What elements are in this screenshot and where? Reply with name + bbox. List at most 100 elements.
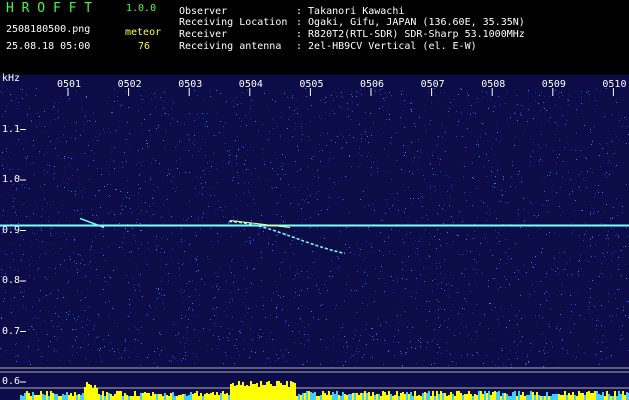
level-bar — [576, 396, 578, 400]
y-tick-label: 1.0 — [2, 174, 21, 185]
level-bar — [116, 391, 118, 400]
level-bar — [254, 384, 256, 400]
level-bar — [236, 385, 238, 400]
level-bar — [302, 393, 304, 400]
level-bar — [560, 395, 562, 400]
level-bar — [382, 391, 384, 400]
level-bar — [606, 391, 608, 400]
level-bar — [444, 393, 446, 400]
level-bar — [166, 395, 168, 400]
level-bar — [314, 392, 316, 400]
level-bar — [198, 396, 200, 400]
level-bar — [412, 396, 414, 400]
level-bar — [496, 392, 498, 400]
level-bar — [128, 396, 130, 400]
level-bar — [466, 394, 468, 400]
level-bar — [594, 391, 596, 400]
level-bar — [240, 385, 242, 400]
level-bar — [334, 394, 336, 400]
level-bar — [356, 393, 358, 400]
level-bar — [114, 394, 116, 400]
level-bar — [554, 394, 556, 400]
level-bar — [474, 394, 476, 400]
level-bar — [572, 392, 574, 400]
level-bar — [20, 395, 22, 400]
level-bar — [470, 394, 472, 400]
level-bar — [616, 396, 618, 400]
level-bar — [82, 393, 84, 400]
level-bar — [58, 396, 60, 400]
level-bar — [188, 395, 190, 400]
level-bar — [310, 392, 312, 400]
level-bar — [624, 395, 626, 400]
level-bar — [90, 385, 92, 400]
level-bar — [490, 395, 492, 400]
meteor-count: 76 — [138, 41, 151, 52]
level-bar — [522, 392, 524, 400]
level-bar — [420, 396, 422, 400]
level-bar — [216, 392, 218, 400]
level-bar — [468, 391, 470, 400]
level-bar — [126, 395, 128, 400]
level-bar — [200, 393, 202, 400]
level-bar — [448, 395, 450, 400]
level-bar — [94, 385, 96, 400]
level-bar — [42, 394, 44, 400]
level-bar — [220, 393, 222, 400]
level-bar — [568, 393, 570, 400]
level-bar — [484, 391, 486, 400]
level-bar — [388, 391, 390, 400]
level-bar — [528, 395, 530, 400]
level-bar — [464, 394, 466, 400]
level-bar — [130, 396, 132, 400]
level-bar — [26, 391, 28, 400]
level-bar — [550, 396, 552, 400]
level-bar — [174, 396, 176, 400]
level-bar — [390, 394, 392, 400]
level-bar — [612, 396, 614, 400]
level-bar — [590, 393, 592, 400]
x-tick-label: 0503 — [178, 79, 203, 90]
level-bar — [380, 396, 382, 400]
level-bar — [566, 395, 568, 400]
level-bar — [182, 394, 184, 400]
level-bar — [452, 394, 454, 400]
meteor-label: meteor — [125, 27, 162, 38]
x-tick-label: 0509 — [541, 79, 566, 90]
level-bar — [96, 388, 98, 400]
level-bar — [98, 394, 100, 400]
level-bar — [502, 393, 504, 400]
x-tick-label: 0510 — [602, 79, 627, 90]
level-bar — [434, 396, 436, 400]
level-bar — [512, 392, 514, 400]
level-bar — [44, 395, 46, 400]
level-bar — [74, 392, 76, 400]
level-bar — [328, 391, 330, 400]
level-bar — [284, 385, 286, 400]
level-bar — [368, 392, 370, 400]
level-bar — [532, 392, 534, 400]
level-bar — [322, 391, 324, 400]
level-bar — [278, 381, 280, 400]
level-bar — [160, 394, 162, 400]
level-bar — [60, 396, 62, 400]
level-bar — [32, 392, 34, 400]
level-bar — [326, 395, 328, 400]
level-bar — [476, 395, 478, 400]
level-bar — [530, 391, 532, 400]
level-bar — [360, 393, 362, 400]
level-bar — [620, 394, 622, 400]
level-bar — [578, 391, 580, 400]
level-bar — [54, 394, 56, 400]
level-bar — [404, 394, 406, 400]
level-bar — [516, 396, 518, 400]
level-bar — [288, 387, 290, 400]
level-bar — [142, 393, 144, 400]
level-bar — [222, 391, 224, 400]
x-tick-label: 0505 — [299, 79, 324, 90]
info-key-antenna: Receiving antenna — [179, 41, 282, 52]
level-bar — [430, 396, 432, 400]
level-bar — [170, 393, 172, 400]
level-bar — [106, 392, 108, 400]
level-bar — [242, 382, 244, 400]
